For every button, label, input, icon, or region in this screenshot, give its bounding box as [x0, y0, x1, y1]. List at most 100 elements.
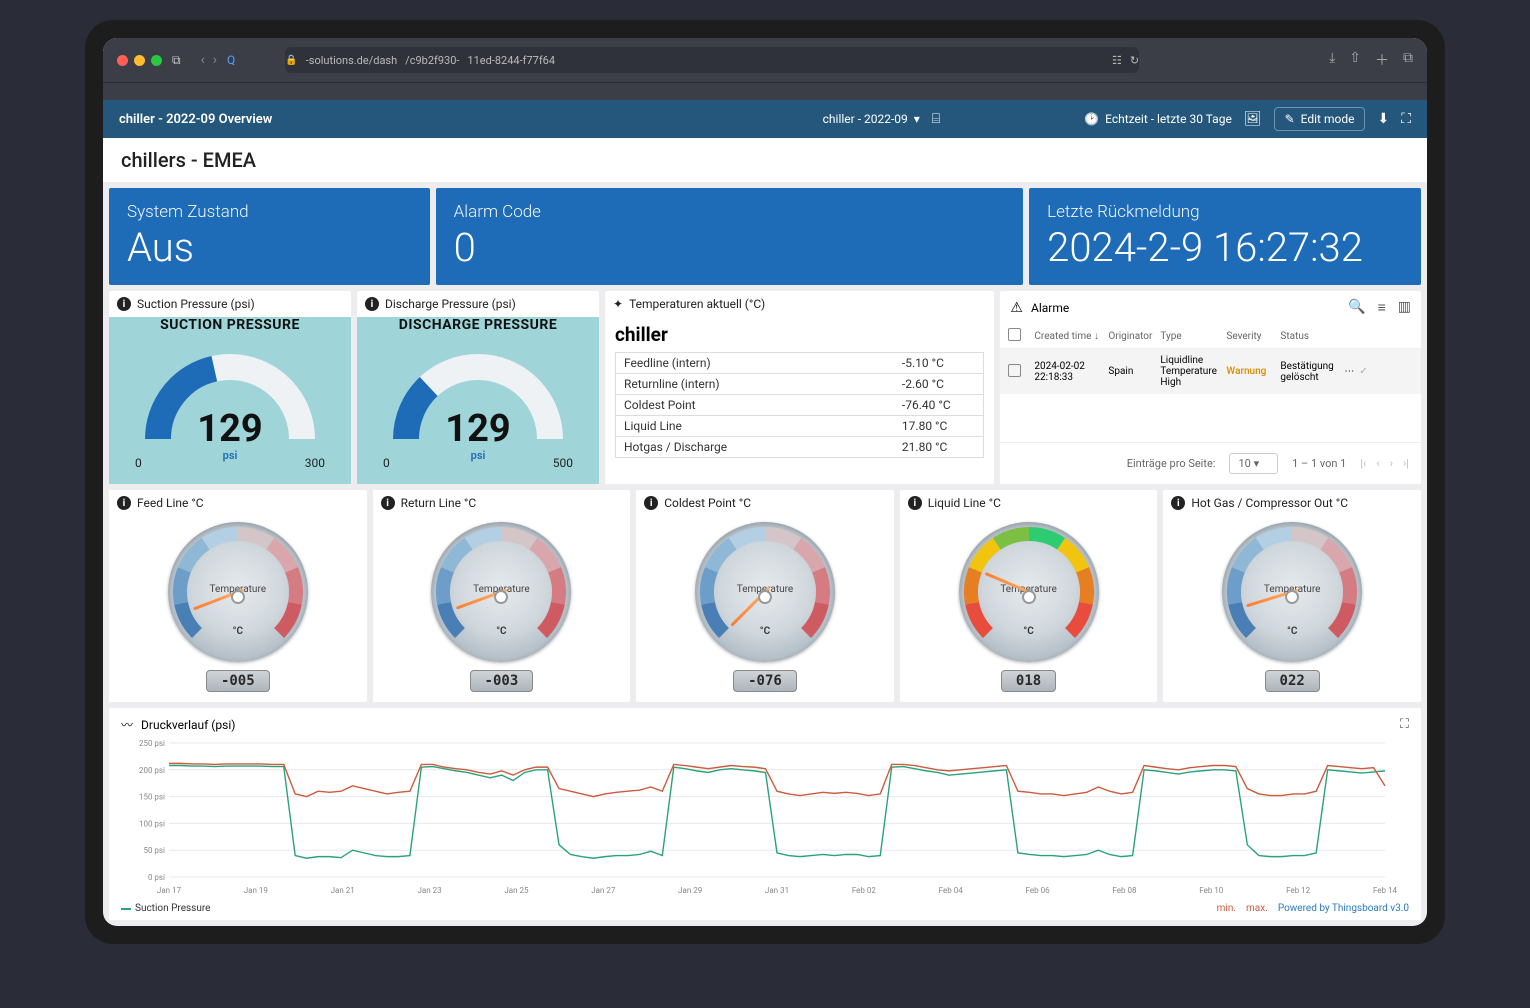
legend-min: min. — [1217, 903, 1236, 914]
dashboard-title: chiller - 2022-09 Overview — [119, 112, 272, 127]
time-window[interactable]: 🕑 Echtzeit - letzte 30 Tage — [1084, 112, 1232, 126]
devices-icon[interactable]: ⌸ — [932, 111, 940, 127]
entity-selector[interactable]: chiller - 2022-09 ▾ — [823, 112, 920, 126]
info-icon[interactable]: i — [117, 297, 131, 311]
kpi-card: Alarm Code 0 — [436, 188, 1024, 285]
kpi-label: System Zustand — [127, 202, 412, 222]
round-dial: Temperature °C — [168, 522, 308, 662]
table-row: Hotgas / Discharge21.80 °C — [616, 437, 984, 458]
page-next-icon[interactable]: › — [1390, 457, 1393, 470]
edit-mode-button[interactable]: ✎ Edit mode — [1274, 107, 1366, 131]
svg-text:250 psi: 250 psi — [139, 739, 165, 748]
widget-title: Hot Gas / Compressor Out °C — [1191, 496, 1348, 510]
info-icon[interactable]: i — [908, 496, 922, 510]
kpi-value: 0 — [454, 224, 1006, 271]
info-icon[interactable]: i — [644, 496, 658, 510]
table-row: Liquid Line17.80 °C — [616, 416, 984, 437]
fullscreen-icon[interactable]: ⛶ — [1400, 717, 1409, 732]
svg-text:Jan 17: Jan 17 — [157, 886, 182, 895]
share-icon[interactable]: ⇧ — [1349, 50, 1361, 70]
alarm-row[interactable]: 2024-02-02 22:18:33 Spain Liquidline Tem… — [1000, 349, 1421, 394]
kpi-value: Aus — [127, 224, 412, 271]
info-icon[interactable]: i — [381, 496, 395, 510]
gauge-lcd-value: -003 — [470, 670, 534, 692]
reader-icon[interactable]: ☷ — [1112, 54, 1122, 67]
widget-title: Discharge Pressure (psi) — [385, 297, 516, 311]
round-dial: Temperature °C — [959, 522, 1099, 662]
chevron-down-icon: ▾ — [914, 112, 920, 126]
svg-text:Feb 10: Feb 10 — [1199, 886, 1224, 895]
svg-text:Jan 31: Jan 31 — [765, 886, 789, 895]
info-icon[interactable]: i — [117, 496, 131, 510]
alarms-header-row: Created time ↓ Originator Type Severity … — [1000, 324, 1421, 349]
row-checkbox[interactable] — [1008, 364, 1021, 377]
columns-icon[interactable]: ▥ — [1398, 299, 1411, 316]
legend-max: max. — [1246, 903, 1268, 914]
page-size-select[interactable]: 10 ▾ — [1229, 453, 1278, 474]
gauge-lcd-value: -076 — [733, 670, 797, 692]
export-picture-icon[interactable]: 🖼 — [1244, 111, 1262, 127]
svg-text:Jan 29: Jan 29 — [678, 886, 702, 895]
nav-forward-icon[interactable]: › — [213, 52, 217, 68]
app-header: chiller - 2022-09 Overview chiller - 202… — [103, 100, 1427, 138]
download-icon[interactable]: ⬇ — [1377, 111, 1389, 127]
filter-icon[interactable]: ≡ — [1378, 299, 1386, 316]
gauge-value: 129 — [197, 407, 262, 451]
select-all-checkbox[interactable] — [1008, 328, 1021, 341]
q-icon: Q — [227, 53, 235, 67]
svg-text:Feb 14: Feb 14 — [1373, 886, 1398, 895]
pressure-chart-widget: 〰 Druckverlauf (psi) ⛶ 0 psi50 psi100 ps… — [109, 708, 1421, 920]
widget-title: Coldest Point °C — [664, 496, 751, 510]
page-prev-icon[interactable]: ‹ — [1376, 457, 1379, 470]
page-first-icon[interactable]: |‹ — [1360, 457, 1366, 470]
widget-title: Suction Pressure (psi) — [137, 297, 255, 311]
svg-text:200 psi: 200 psi — [139, 766, 165, 775]
temperatures-widget: ✦Temperaturen aktuell (°C) chiller Feedl… — [605, 291, 994, 484]
clock-icon: 🕑 — [1084, 112, 1099, 126]
sidebar-icon[interactable]: ⧉ — [172, 53, 181, 68]
temps-entity-title: chiller — [615, 321, 984, 352]
svg-text:Feb 06: Feb 06 — [1026, 886, 1051, 895]
page-title: chillers - EMEA — [103, 138, 1427, 182]
table-row: Feedline (intern)-5.10 °C — [616, 353, 984, 374]
table-row: Coldest Point-76.40 °C — [616, 395, 984, 416]
nav-back-icon[interactable]: ‹ — [201, 52, 205, 68]
url-path: 11ed-8244-f77f64 — [467, 54, 555, 67]
url-host: -solutions.de/dash — [306, 54, 397, 67]
svg-text:Feb 08: Feb 08 — [1112, 886, 1137, 895]
temperature-gauge-widget: iHot Gas / Compressor Out °C Temperature… — [1163, 490, 1421, 702]
alarms-pager: Einträge pro Seite: 10 ▾ 1 – 1 von 1 |‹ … — [1000, 442, 1421, 484]
temperature-gauge-widget: iFeed Line °C Temperature °C -005 — [109, 490, 367, 702]
line-chart[interactable]: 0 psi50 psi100 psi150 psi200 psi250 psiJ… — [121, 737, 1409, 897]
temperature-gauge-widget: iReturn Line °C Temperature °C -003 — [373, 490, 631, 702]
browser-chrome: ⧉ ‹ › Q 🔒 -solutions.de/dash /c9b2f930- 1… — [103, 38, 1427, 82]
svg-text:0 psi: 0 psi — [148, 873, 165, 882]
info-icon[interactable]: i — [1171, 496, 1185, 510]
widget-title: Druckverlauf (psi) — [141, 718, 235, 732]
window-controls[interactable] — [117, 55, 162, 66]
widget-title: Feed Line °C — [137, 496, 204, 510]
puzzle-icon: ✦ — [613, 297, 623, 311]
url-bar[interactable]: 🔒 -solutions.de/dash /c9b2f930- 11ed-824… — [285, 47, 1139, 73]
legend-item[interactable]: Suction Pressure — [121, 903, 210, 914]
refresh-icon[interactable]: ↻ — [1130, 54, 1139, 67]
ack-icon[interactable]: ✓ — [1359, 366, 1367, 377]
kpi-card: System Zustand Aus — [109, 188, 430, 285]
fullscreen-icon[interactable]: ⛶ — [1401, 111, 1411, 127]
search-icon[interactable]: 🔍 — [1348, 299, 1365, 316]
page-last-icon[interactable]: ›| — [1403, 457, 1409, 470]
warning-icon: ⚠ — [1010, 300, 1023, 316]
svg-text:Jan 23: Jan 23 — [417, 886, 441, 895]
gauge-title: SUCTION PRESSURE — [160, 317, 300, 333]
table-row: Returnline (intern)-2.60 °C — [616, 374, 984, 395]
kpi-label: Alarm Code — [454, 202, 1006, 222]
download-icon[interactable]: ⤓ — [1329, 50, 1335, 70]
info-icon[interactable]: i — [365, 297, 379, 311]
gauge-value: 129 — [445, 407, 510, 451]
newtab-icon[interactable]: ＋ — [1375, 50, 1389, 70]
svg-text:Jan 21: Jan 21 — [331, 886, 355, 895]
tabs-icon[interactable]: ⧉ — [1403, 50, 1413, 70]
more-icon[interactable]: ⋯ — [1344, 366, 1354, 377]
pressure-gauge-widget: i Suction Pressure (psi) SUCTION PRESSURE… — [109, 291, 351, 484]
temperature-gauge-widget: iColdest Point °C Temperature °C -076 — [636, 490, 894, 702]
